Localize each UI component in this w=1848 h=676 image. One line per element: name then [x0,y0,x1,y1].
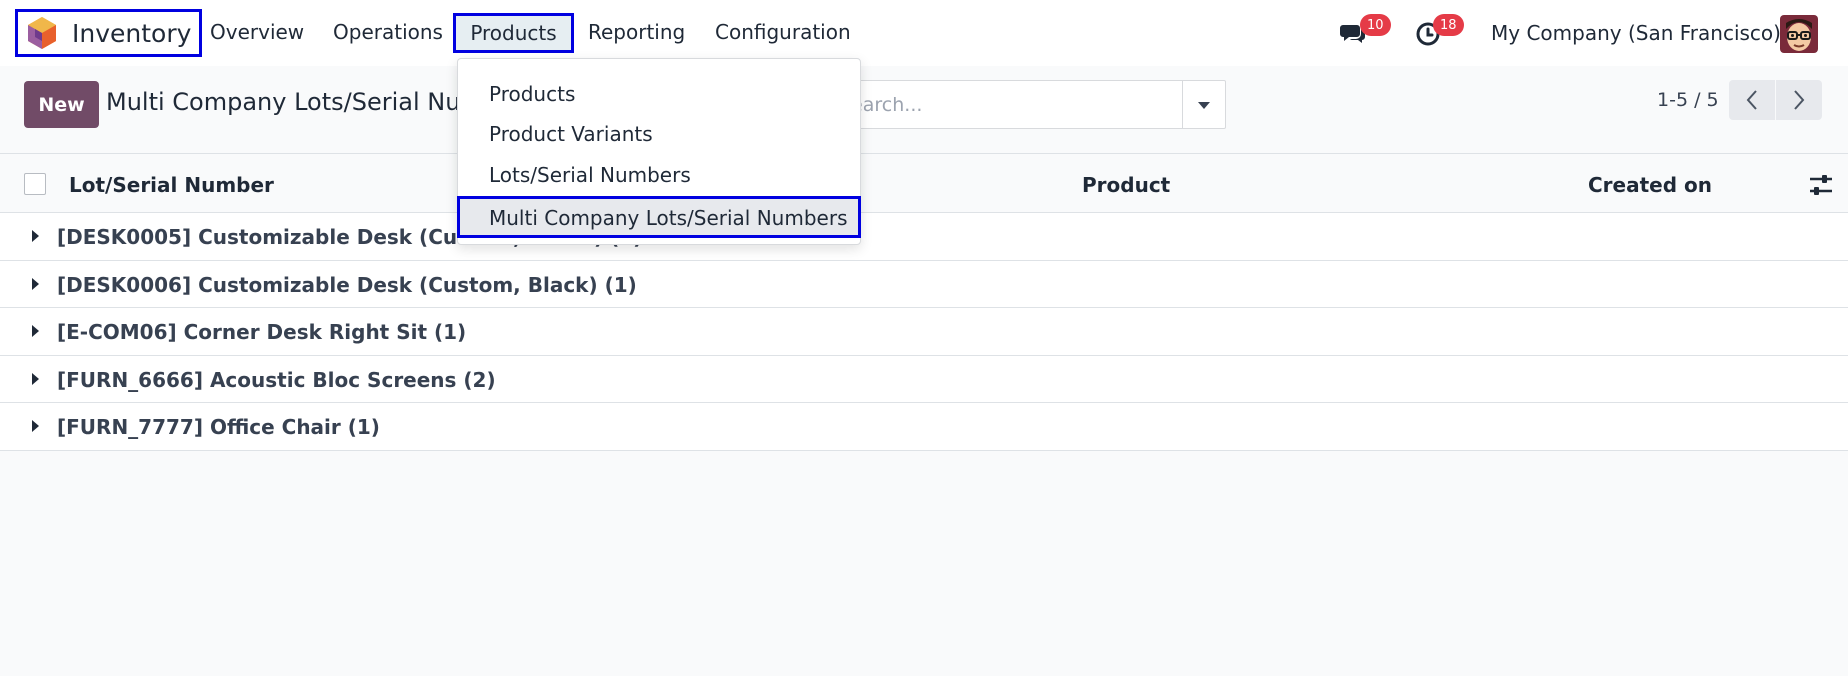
grouped-list: [DESK0005] Customizable Desk (Custom, Wh… [0,213,1848,451]
expand-caret-icon [32,372,39,385]
app-brand[interactable]: Inventory [15,9,203,57]
top-navbar: Inventory Overview Operations Products R… [0,0,1848,66]
group-label: [DESK0006] Customizable Desk (Custom, Bl… [57,272,637,297]
pager-previous-button[interactable] [1729,80,1775,120]
dropdown-item-multi-company-lots[interactable]: Multi Company Lots/Serial Numbers [457,196,861,238]
search-bar [820,80,1226,129]
caret-down-icon [1198,101,1210,109]
group-row[interactable]: [FURN_6666] Acoustic Bloc Screens (2) [0,356,1848,403]
company-switcher[interactable]: My Company (San Francisco) [1491,21,1781,45]
dropdown-item-multi-company-lots-label: Multi Company Lots/Serial Numbers [489,206,848,230]
group-row[interactable]: [DESK0006] Customizable Desk (Custom, Bl… [0,261,1848,308]
menu-products-label: Products [470,21,557,45]
expand-caret-icon [32,325,39,337]
optional-columns-icon[interactable] [1808,172,1834,198]
group-label: [FURN_6666] Acoustic Bloc Screens (2) [57,367,496,392]
activities-badge: 18 [1433,14,1464,36]
messages-badge: 10 [1360,14,1391,36]
group-label: [E-COM06] Corner Desk Right Sit (1) [57,320,467,344]
dropdown-item-product-variants[interactable]: Product Variants [489,122,653,146]
expand-caret-icon [32,230,39,242]
menu-configuration[interactable]: Configuration [715,20,851,44]
list-header: Lot/Serial Number Product Created on [0,153,1848,213]
dropdown-item-products[interactable]: Products [489,82,575,106]
pager-next-button[interactable] [1776,80,1822,120]
search-options-toggle[interactable] [1182,81,1225,128]
menu-reporting[interactable]: Reporting [588,20,685,44]
new-button[interactable]: New [24,81,99,128]
menu-operations[interactable]: Operations [333,20,443,44]
expand-caret-icon [32,277,39,290]
pager-value[interactable]: 1-5 / 5 [1657,89,1719,111]
search-input[interactable] [821,81,1183,128]
menu-overview[interactable]: Overview [210,20,304,44]
dropdown-item-lots-serial-numbers[interactable]: Lots/Serial Numbers [489,163,691,187]
select-all-checkbox[interactable] [24,173,46,195]
chevron-left-icon [1746,90,1757,110]
app-name: Inventory [72,18,192,48]
menu-products[interactable]: Products [453,13,574,53]
group-row[interactable]: [DESK0005] Customizable Desk (Custom, Wh… [0,213,1848,261]
column-header-lot[interactable]: Lot/Serial Number [69,173,274,197]
group-row[interactable]: [E-COM06] Corner Desk Right Sit (1) [0,308,1848,356]
products-dropdown-menu: Products Product Variants Lots/Serial Nu… [457,58,861,245]
expand-caret-icon [32,420,39,432]
column-header-product[interactable]: Product [1082,173,1170,197]
chevron-right-icon [1794,90,1805,110]
group-row[interactable]: [FURN_7777] Office Chair (1) [0,403,1848,451]
inventory-logo-icon [28,17,56,49]
user-avatar[interactable] [1780,15,1818,53]
group-label: [FURN_7777] Office Chair (1) [57,415,380,439]
column-header-created-on[interactable]: Created on [1588,173,1712,197]
